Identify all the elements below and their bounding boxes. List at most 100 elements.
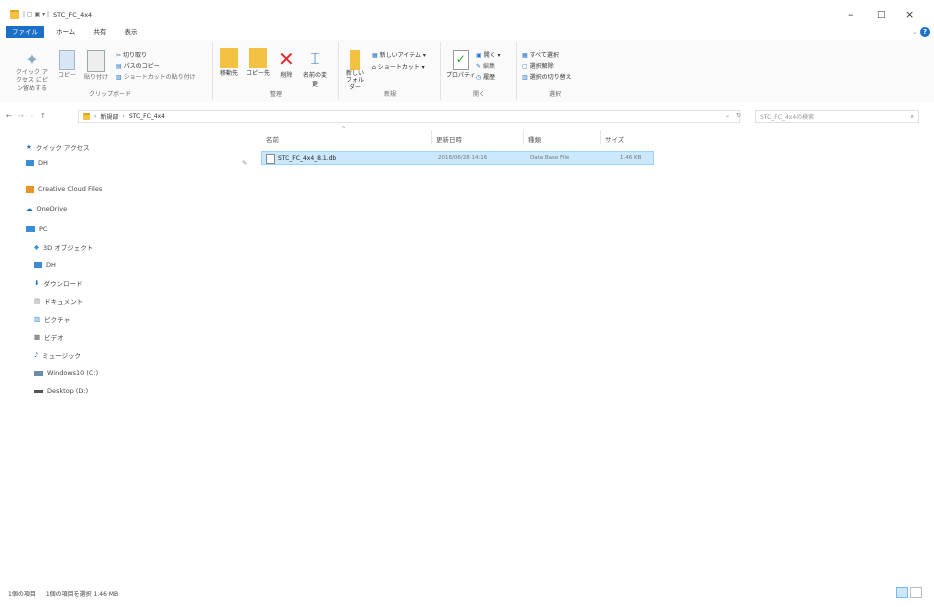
cut-button[interactable]: ✂ 切り取り — [116, 50, 196, 61]
properties-button[interactable]: ✓ プロパティ — [446, 50, 476, 79]
column-header-modified[interactable]: 更新日時 — [436, 134, 462, 144]
select-none-icon: ▢ — [522, 63, 528, 70]
sidebar-item-creative-cloud[interactable]: Creative Cloud Files — [0, 180, 250, 198]
copy-button[interactable]: コピー — [58, 50, 76, 79]
new-group: 新しい フォルダー ▦ 新しいアイテム ▾ ⌂ ショートカット ▾ 新規 — [340, 42, 441, 100]
database-file-icon — [266, 154, 275, 164]
organize-group: 移動先 コピー先 ✕ 削除 ⌶ 名前の変更 整理 — [214, 42, 339, 100]
refresh-icon[interactable]: ↻ — [736, 112, 741, 119]
column-divider — [523, 130, 524, 144]
pin-button[interactable]: ✦ クイック アクセス にピン留めする — [14, 50, 50, 93]
title-bar: | ▢ ▣ ▾ | STC_FC_4x4 — [10, 10, 92, 19]
delete-button[interactable]: ✕ 削除 — [278, 48, 295, 79]
document-icon: ▤ — [34, 297, 41, 305]
select-all-button[interactable]: ▦ すべて選択 — [522, 50, 572, 61]
back-arrow-icon[interactable]: ← — [6, 112, 12, 120]
history-button[interactable]: ◷ 履歴 — [476, 72, 501, 83]
column-header-type[interactable]: 種類 — [528, 134, 541, 144]
sidebar-item-pc[interactable]: PC — [0, 220, 250, 238]
help-icon[interactable]: ? — [920, 27, 930, 37]
3d-icon: ◆ — [34, 243, 39, 251]
picture-icon: ▨ — [34, 315, 41, 323]
tab-view[interactable]: 表示 — [118, 26, 143, 38]
new-folder-icon — [350, 50, 360, 70]
ribbon-tabs: ファイル ホーム 共有 表示 — [6, 26, 143, 38]
sidebar-item-pictures[interactable]: ▨ ピクチャ — [0, 310, 250, 328]
path-icon: ▤ — [116, 63, 122, 70]
minimize-button[interactable]: – — [848, 8, 854, 21]
file-modified: 2018/06/28 14:16 — [438, 155, 488, 161]
open-group-label: 開く — [472, 91, 485, 98]
new-folder-button[interactable]: 新しい フォルダー — [344, 50, 366, 91]
sidebar-item-music[interactable]: ♪ ミュージック — [0, 346, 250, 364]
view-switcher — [896, 587, 922, 598]
folder-icon — [26, 185, 34, 193]
up-arrow-icon[interactable]: ↑ — [40, 112, 46, 120]
edit-button[interactable]: ✎ 編集 — [476, 61, 501, 72]
recent-dropdown-icon[interactable]: ⌄ — [30, 113, 34, 119]
download-icon: ⬇ — [34, 279, 40, 287]
address-actions: ⌄ ↻ — [725, 112, 741, 119]
column-header-name[interactable]: 名前 — [266, 134, 279, 144]
paste-button[interactable]: 貼り付け — [84, 50, 108, 81]
large-icons-view-icon[interactable] — [910, 587, 922, 598]
pin-icon: ✦ — [25, 50, 39, 69]
tab-file[interactable]: ファイル — [6, 26, 44, 38]
open-button[interactable]: ▣ 開く ▾ — [476, 50, 501, 61]
paste-shortcut-button[interactable]: ▧ ショートカットの貼り付け — [116, 72, 196, 83]
open-icon: ▣ — [476, 52, 482, 59]
tab-home[interactable]: ホーム — [50, 26, 81, 38]
table-row[interactable]: STC_FC_4x4_8.1.db 2018/06/28 14:16 Data … — [261, 151, 654, 165]
rename-button[interactable]: ⌶ 名前の変更 — [302, 48, 328, 88]
quick-access-toolbar[interactable]: | ▢ ▣ ▾ | — [23, 11, 49, 18]
shortcut-icon: ▧ — [116, 74, 122, 81]
invert-selection-icon: ▥ — [522, 74, 528, 81]
close-button[interactable]: × — [905, 8, 914, 21]
easy-access-button[interactable]: ⌂ ショートカット ▾ — [372, 62, 426, 74]
sidebar-item-dh-pc[interactable]: DH — [0, 256, 250, 274]
copy-to-button[interactable]: コピー先 — [246, 48, 270, 77]
sidebar-item-onedrive[interactable]: ☁ OneDrive — [0, 200, 250, 218]
sidebar-item-videos[interactable]: ▩ ビデオ — [0, 328, 250, 346]
select-all-icon: ▦ — [522, 52, 528, 59]
forward-arrow-icon[interactable]: → — [18, 112, 24, 120]
copy-icon — [59, 50, 75, 70]
breadcrumb-item[interactable]: 新規部 — [100, 112, 118, 121]
search-input[interactable]: STC_FC_4x4の検索 ⌕ — [755, 110, 919, 123]
address-dropdown-icon[interactable]: ⌄ — [725, 112, 730, 119]
sidebar-item-d-drive[interactable]: Desktop (D:) — [0, 382, 250, 400]
sidebar-item-dh[interactable]: DH ✎ — [0, 154, 250, 172]
edit-icon: ✎ — [476, 63, 482, 70]
breadcrumb-item[interactable]: STC_FC_4x4 — [129, 113, 165, 120]
invert-selection-button[interactable]: ▥ 選択の切り替え — [522, 72, 572, 83]
tab-share[interactable]: 共有 — [87, 26, 112, 38]
breadcrumb-separator-icon: › — [94, 113, 97, 120]
scissors-icon: ✂ — [116, 52, 122, 59]
sidebar-item-3d-objects[interactable]: ◆ 3D オブジェクト — [0, 238, 250, 256]
expand-ribbon-icon[interactable]: ⌄ — [912, 28, 918, 36]
selection-info: 1個の項目を選択 1.46 MB — [45, 591, 119, 598]
delete-icon: ✕ — [278, 47, 295, 71]
address-bar[interactable]: › 新規部 › STC_FC_4x4 — [78, 110, 740, 123]
new-group-label: 新規 — [383, 91, 396, 98]
clipboard-group-label: クリップボード — [88, 91, 131, 98]
clipboard-group: ✦ クイック アクセス にピン留めする コピー 貼り付け ✂ 切り取り ▤ パス… — [8, 42, 213, 100]
column-divider — [600, 130, 601, 144]
search-placeholder: STC_FC_4x4の検索 — [760, 114, 815, 121]
new-item-button[interactable]: ▦ 新しいアイテム ▾ — [372, 50, 426, 62]
history-icon: ◷ — [476, 74, 482, 81]
details-view-icon[interactable] — [896, 587, 908, 598]
column-header-size[interactable]: サイズ — [605, 134, 624, 144]
copy-folder-icon — [249, 48, 267, 68]
star-icon: ★ — [26, 143, 32, 151]
sidebar-item-c-drive[interactable]: Windows10 (C:) — [0, 364, 250, 382]
select-none-button[interactable]: ▢ 選択解除 — [522, 61, 572, 72]
copy-path-button[interactable]: ▤ パスのコピー — [116, 61, 196, 72]
maximize-button[interactable]: □ — [877, 10, 886, 20]
search-icon: ⌕ — [910, 112, 914, 120]
new-item-icon: ▦ — [372, 52, 378, 59]
move-to-button[interactable]: 移動先 — [220, 48, 238, 77]
sidebar-item-documents[interactable]: ▤ ドキュメント — [0, 292, 250, 310]
sidebar-item-downloads[interactable]: ⬇ ダウンロード — [0, 274, 250, 292]
select-group: ▦ すべて選択 ▢ 選択解除 ▥ 選択の切り替え 選択 — [518, 42, 592, 100]
